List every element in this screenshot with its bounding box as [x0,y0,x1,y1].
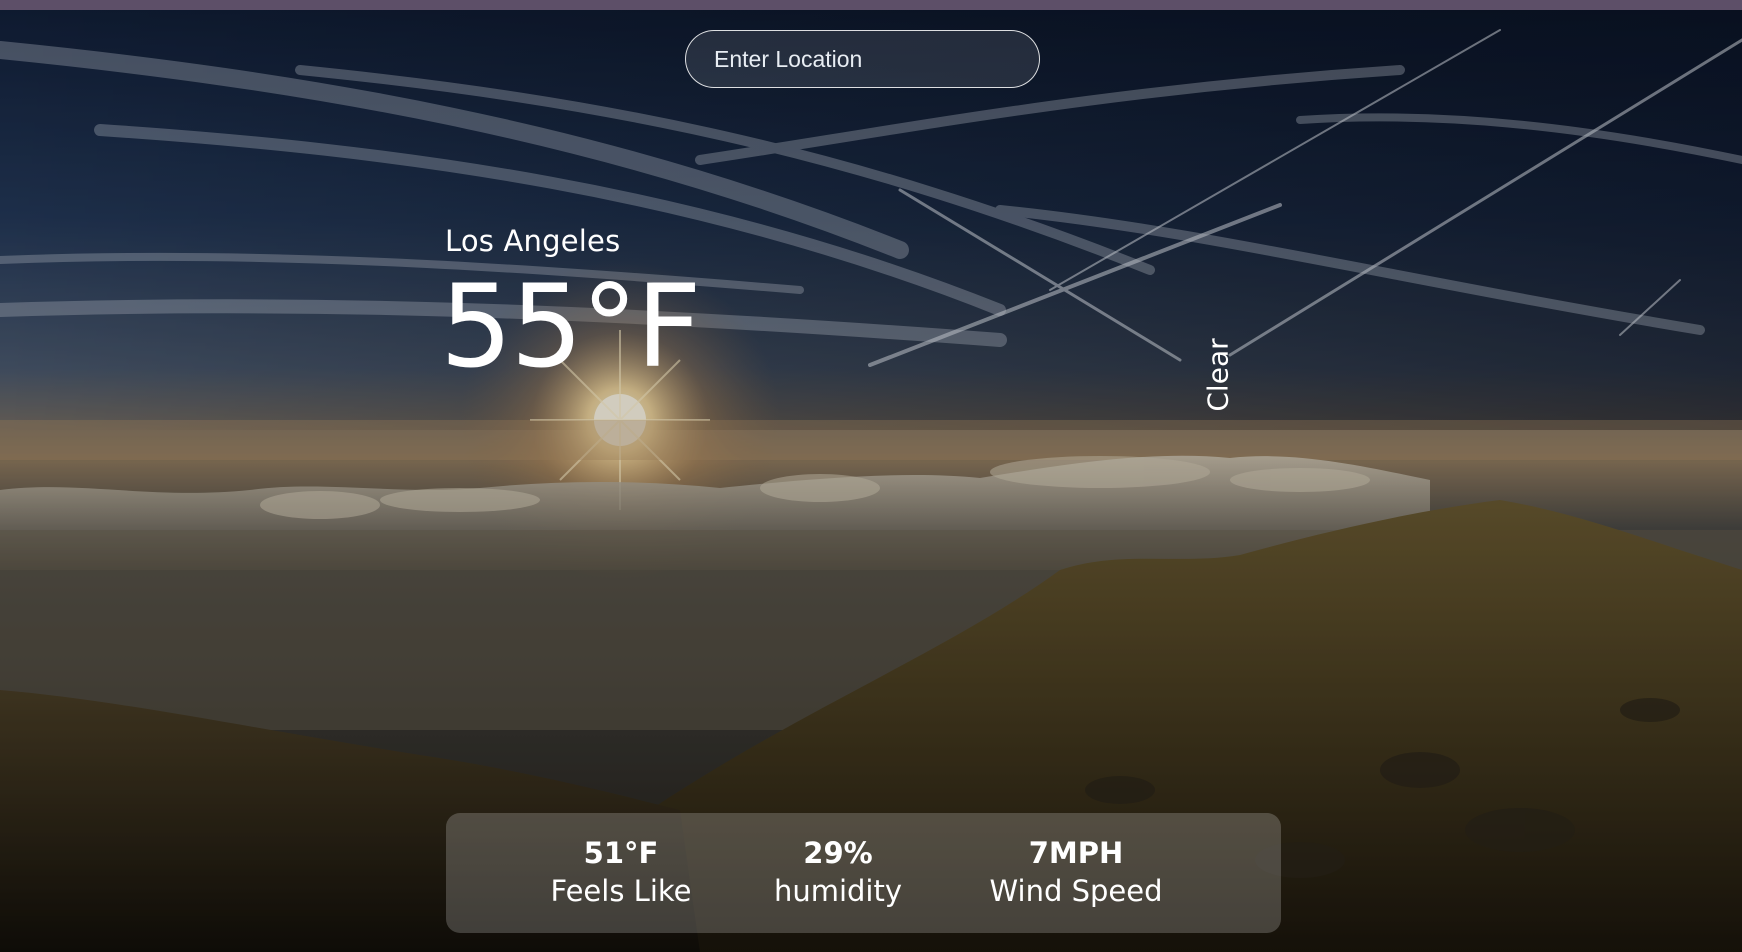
feels-like-value: 51°F [583,836,659,870]
location-name: Los Angeles [445,224,621,258]
wind-speed-value: 7MPH [1028,836,1124,870]
feels-like-stat: 51°F Feels Like [546,835,696,911]
location-search [685,30,1040,88]
weather-app: Los Angeles 55°F Clear 51°F Feels Like 2… [0,0,1742,952]
feels-like-label: Feels Like [550,874,692,908]
humidity-label: humidity [773,874,903,908]
humidity-value: 29% [803,836,873,870]
landscape-illustration [0,10,1742,952]
location-search-input[interactable] [685,30,1040,88]
wind-speed-stat: 7MPH Wind Speed [981,835,1171,911]
top-bar [0,0,1742,10]
weather-condition-label: Clear [1201,338,1235,412]
weather-details-panel: 51°F Feels Like 29% humidity 7MPH Wind S… [446,813,1281,933]
wind-speed-label: Wind Speed [989,874,1163,908]
background-landscape-image [0,10,1742,952]
humidity-stat: 29% humidity [768,835,908,911]
current-temperature: 55°F [440,260,702,393]
